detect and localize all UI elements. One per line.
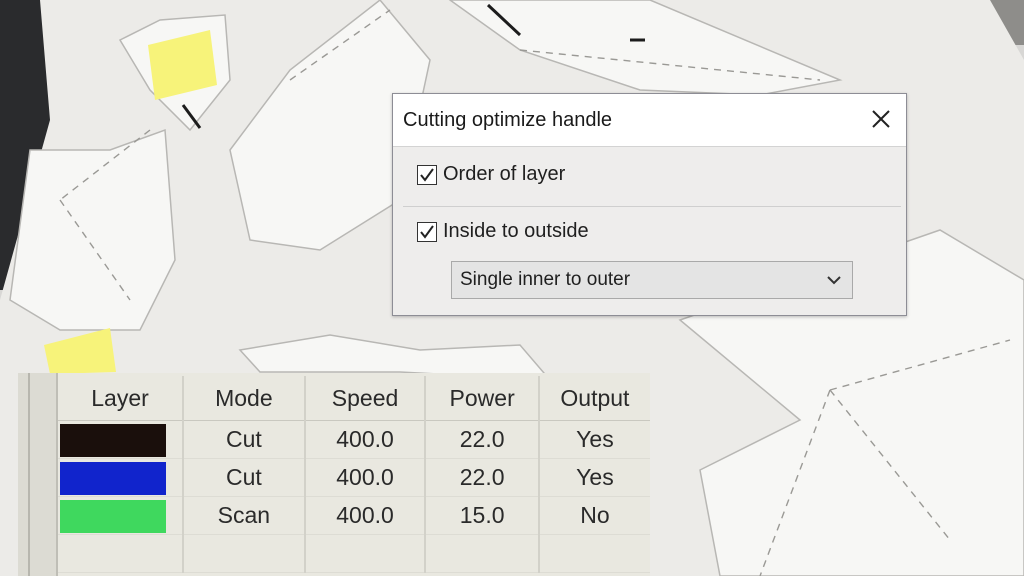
header-layer[interactable]: Layer xyxy=(58,376,185,421)
row-power: 22.0 xyxy=(425,420,540,459)
table-row-empty xyxy=(58,534,650,573)
row-mode: Cut xyxy=(183,420,306,459)
inside-mode-value: Single inner to outer xyxy=(460,269,631,290)
header-power[interactable]: Power xyxy=(425,376,540,421)
row-power: 22.0 xyxy=(425,458,540,497)
table-row[interactable]: Scan 400.0 15.0 No xyxy=(58,496,650,535)
close-button[interactable] xyxy=(864,102,898,136)
table-gutter xyxy=(18,373,58,576)
layer-color-swatch[interactable] xyxy=(60,462,166,495)
row-speed: 400.0 xyxy=(304,496,427,535)
table-header-row: Layer Mode Speed Power Output xyxy=(58,376,650,421)
row-mode: Scan xyxy=(183,496,306,535)
row-power: 15.0 xyxy=(425,496,540,535)
layer-table: Layer Mode Speed Power Output Cut 400.0 … xyxy=(58,376,650,573)
row-mode: Cut xyxy=(183,458,306,497)
order-of-layer-option[interactable]: Order of layer xyxy=(417,163,565,186)
dialog-title: Cutting optimize handle xyxy=(403,109,613,131)
order-of-layer-checkbox[interactable] xyxy=(417,164,437,185)
order-of-layer-label: Order of layer xyxy=(443,163,566,185)
inside-to-outside-option[interactable]: Inside to outside xyxy=(417,220,589,243)
checkmark-icon xyxy=(420,167,434,182)
cutting-optimize-dialog: Cutting optimize handle Order of layer I… xyxy=(392,93,907,316)
inside-mode-select[interactable]: Single inner to outer xyxy=(451,261,853,299)
table-row[interactable]: Cut 400.0 22.0 Yes xyxy=(58,420,650,459)
header-output[interactable]: Output xyxy=(538,376,650,421)
header-speed[interactable]: Speed xyxy=(304,376,427,421)
layer-color-swatch[interactable] xyxy=(60,424,166,457)
dialog-titlebar: Cutting optimize handle xyxy=(393,94,906,147)
row-output: No xyxy=(538,496,650,535)
row-output: Yes xyxy=(538,458,650,497)
layer-table-panel: Layer Mode Speed Power Output Cut 400.0 … xyxy=(18,373,650,576)
close-icon xyxy=(872,110,890,128)
inside-to-outside-checkbox[interactable] xyxy=(417,221,437,242)
row-output: Yes xyxy=(538,420,650,459)
inside-to-outside-label: Inside to outside xyxy=(443,220,589,242)
row-speed: 400.0 xyxy=(304,420,427,459)
checkmark-icon xyxy=(420,224,434,239)
header-mode[interactable]: Mode xyxy=(183,376,306,421)
table-row[interactable]: Cut 400.0 22.0 Yes xyxy=(58,458,650,497)
layer-color-swatch[interactable] xyxy=(60,500,166,533)
row-speed: 400.0 xyxy=(304,458,427,497)
chevron-down-icon xyxy=(827,276,841,285)
